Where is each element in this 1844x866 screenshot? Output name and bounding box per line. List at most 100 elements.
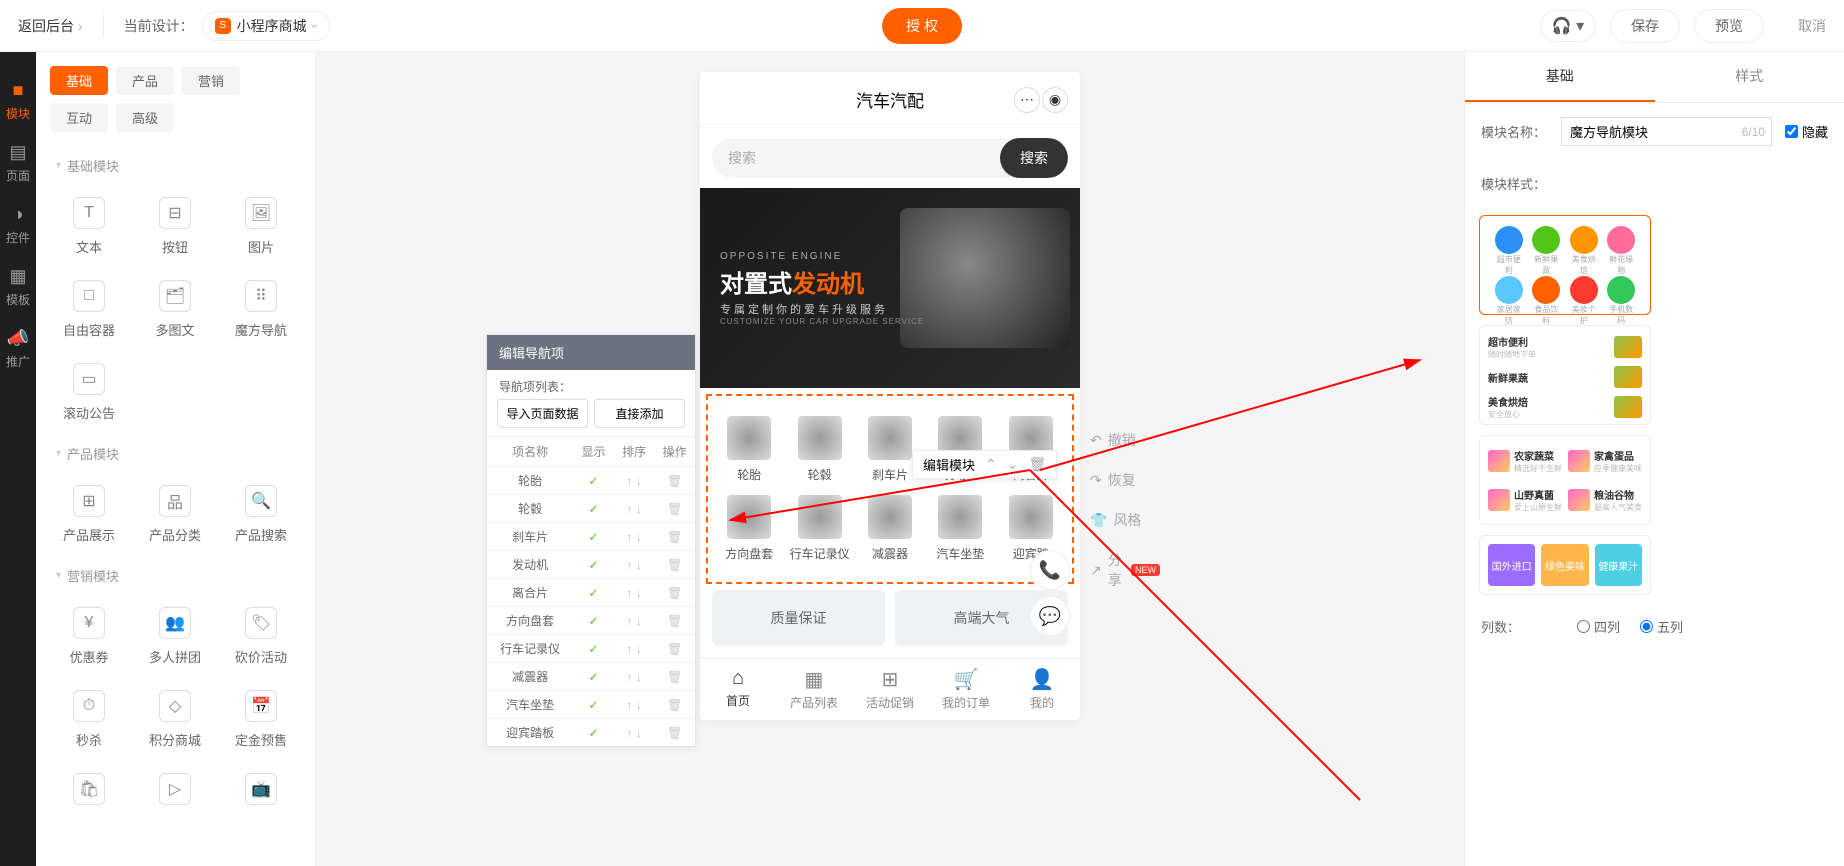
mod-text[interactable]: T文本: [46, 185, 132, 268]
rail-module[interactable]: ■模块: [0, 70, 36, 132]
prop-tab-basic[interactable]: 基础: [1465, 52, 1655, 102]
rail-page[interactable]: ▤页面: [0, 132, 36, 194]
search-bar[interactable]: 搜索 搜索: [712, 138, 1068, 178]
row-show-toggle[interactable]: ✓: [573, 579, 614, 607]
mod-product-search[interactable]: 🔍产品搜索: [218, 473, 304, 556]
row-delete-icon[interactable]: 🗑: [654, 719, 695, 747]
redo-action[interactable]: ↷恢复: [1090, 470, 1160, 490]
sort-up-icon[interactable]: ↑: [626, 530, 632, 544]
more-icon[interactable]: ⋯: [1014, 87, 1040, 113]
mod-product-category[interactable]: 品产品分类: [132, 473, 218, 556]
banner[interactable]: OPPOSITE ENGINE 对置式发动机 专属定制你的爱车升级服务 CUST…: [700, 188, 1080, 388]
add-direct-button[interactable]: 直接添加: [594, 399, 685, 428]
group-basic[interactable]: 基础模块: [36, 146, 315, 185]
row-delete-icon[interactable]: 🗑: [654, 635, 695, 663]
sort-down-icon[interactable]: ↓: [636, 698, 642, 712]
style-option-3[interactable]: 农家蔬菜精选好干生鲜 家禽蛋品应季健康美味 山野真菌爱上山原生鲜 粮油谷物最高人…: [1479, 435, 1651, 525]
row-delete-icon[interactable]: 🗑: [654, 551, 695, 579]
contact-fab-phone[interactable]: 📞: [1030, 550, 1070, 590]
sort-up-icon[interactable]: ↑: [626, 586, 632, 600]
sort-up-icon[interactable]: ↑: [626, 642, 632, 656]
row-show-toggle[interactable]: ✓: [573, 551, 614, 579]
mod-group-buy[interactable]: 👥多人拼团: [132, 595, 218, 678]
mod-multi-image[interactable]: 🗂多图文: [132, 268, 218, 351]
nav-item-0[interactable]: 轮胎: [714, 410, 784, 489]
sort-down-icon[interactable]: ↓: [636, 530, 642, 544]
style-action[interactable]: 👕风格: [1090, 510, 1160, 530]
back-button[interactable]: 返回后台: [18, 16, 83, 36]
sort-up-icon[interactable]: ↑: [626, 614, 632, 628]
mod-free-container[interactable]: □自由容器: [46, 268, 132, 351]
sort-up-icon[interactable]: ↑: [626, 502, 632, 516]
tab-activity[interactable]: ⊞活动促销: [852, 659, 928, 720]
row-show-toggle[interactable]: ✓: [573, 691, 614, 719]
nav-item-7[interactable]: 减震器: [855, 489, 925, 568]
hide-check[interactable]: [1785, 125, 1798, 138]
sort-down-icon[interactable]: ↓: [636, 614, 642, 628]
radio-5col[interactable]: 五列: [1640, 617, 1683, 636]
nav-item-6[interactable]: 行车记录仪: [784, 489, 854, 568]
tab-marketing[interactable]: 营销: [182, 66, 240, 95]
mod-points[interactable]: ◇积分商城: [132, 678, 218, 761]
sort-down-icon[interactable]: ↓: [636, 642, 642, 656]
target-icon[interactable]: ◉: [1042, 87, 1068, 113]
tab-product[interactable]: 产品: [116, 66, 174, 95]
undo-action[interactable]: ↶撤销: [1090, 430, 1160, 450]
move-up-icon[interactable]: ⌃: [985, 456, 997, 473]
row-delete-icon[interactable]: 🗑: [654, 663, 695, 691]
tab-orders[interactable]: 🛒我的订单: [928, 659, 1004, 720]
tab-basic[interactable]: 基础: [50, 66, 108, 95]
search-button[interactable]: 搜索: [1000, 138, 1068, 178]
row-show-toggle[interactable]: ✓: [573, 523, 614, 551]
mod-extra-1[interactable]: 🛍: [46, 761, 132, 825]
save-button[interactable]: 保存: [1610, 9, 1680, 43]
share-action[interactable]: ↗分享NEW: [1090, 550, 1160, 590]
import-data-button[interactable]: 导入页面数据: [497, 399, 588, 428]
sort-down-icon[interactable]: ↓: [636, 726, 642, 740]
mod-coupon[interactable]: ¥优惠券: [46, 595, 132, 678]
tab-home[interactable]: ⌂首页: [700, 659, 776, 720]
row-show-toggle[interactable]: ✓: [573, 635, 614, 663]
mod-scroll-notice[interactable]: ▭滚动公告: [46, 351, 132, 434]
cancel-button[interactable]: 取消: [1778, 10, 1826, 42]
mod-deposit[interactable]: 📅定金预售: [218, 678, 304, 761]
row-delete-icon[interactable]: 🗑: [654, 523, 695, 551]
sort-down-icon[interactable]: ↓: [636, 502, 642, 516]
hide-checkbox[interactable]: 隐藏: [1785, 122, 1828, 141]
sort-down-icon[interactable]: ↓: [636, 474, 642, 488]
group-product[interactable]: 产品模块: [36, 434, 315, 473]
mod-extra-2[interactable]: ▷: [132, 761, 218, 825]
row-delete-icon[interactable]: 🗑: [654, 691, 695, 719]
radio-4col[interactable]: 四列: [1577, 617, 1620, 636]
sort-up-icon[interactable]: ↑: [626, 670, 632, 684]
tab-products[interactable]: ▦产品列表: [776, 659, 852, 720]
nav-item-5[interactable]: 方向盘套: [714, 489, 784, 568]
sort-up-icon[interactable]: ↑: [626, 474, 632, 488]
contact-fab-chat[interactable]: 💬: [1030, 596, 1070, 636]
sort-up-icon[interactable]: ↑: [626, 698, 632, 712]
mod-magic-nav[interactable]: ⠿魔方导航: [218, 268, 304, 351]
row-delete-icon[interactable]: 🗑: [654, 607, 695, 635]
magic-nav-module[interactable]: 轮胎轮毂刹车片发动机离合片方向盘套行车记录仪减震器汽车坐垫迎宾踏: [706, 394, 1074, 584]
module-name-input[interactable]: [1561, 117, 1772, 146]
sort-down-icon[interactable]: ↓: [636, 670, 642, 684]
row-show-toggle[interactable]: ✓: [573, 663, 614, 691]
row-show-toggle[interactable]: ✓: [573, 467, 614, 495]
row-delete-icon[interactable]: 🗑: [654, 579, 695, 607]
rail-template[interactable]: ▦模板: [0, 256, 36, 318]
mod-bargain[interactable]: 🏷砍价活动: [218, 595, 304, 678]
row-show-toggle[interactable]: ✓: [573, 719, 614, 747]
style-option-1[interactable]: 超市便利新鲜果蔬美食烘焙鲜花缘物 家居家纺食品饮料美妆个护手机数码: [1479, 215, 1651, 315]
prop-tab-style[interactable]: 样式: [1655, 52, 1844, 102]
tab-me[interactable]: 👤我的: [1004, 659, 1080, 720]
tab-interact[interactable]: 互动: [50, 103, 108, 132]
sort-up-icon[interactable]: ↑: [626, 558, 632, 572]
mod-button[interactable]: ⊟按钮: [132, 185, 218, 268]
row-delete-icon[interactable]: 🗑: [654, 467, 695, 495]
sort-down-icon[interactable]: ↓: [636, 586, 642, 600]
style-option-2[interactable]: 超市便利随时随地下单 新鲜果蔬 美食烘焙安全放心: [1479, 325, 1651, 425]
preview-button[interactable]: 预览: [1694, 9, 1764, 43]
move-down-icon[interactable]: ⌄: [1007, 456, 1019, 473]
nav-item-8[interactable]: 汽车坐垫: [925, 489, 995, 568]
group-marketing[interactable]: 营销模块: [36, 556, 315, 595]
